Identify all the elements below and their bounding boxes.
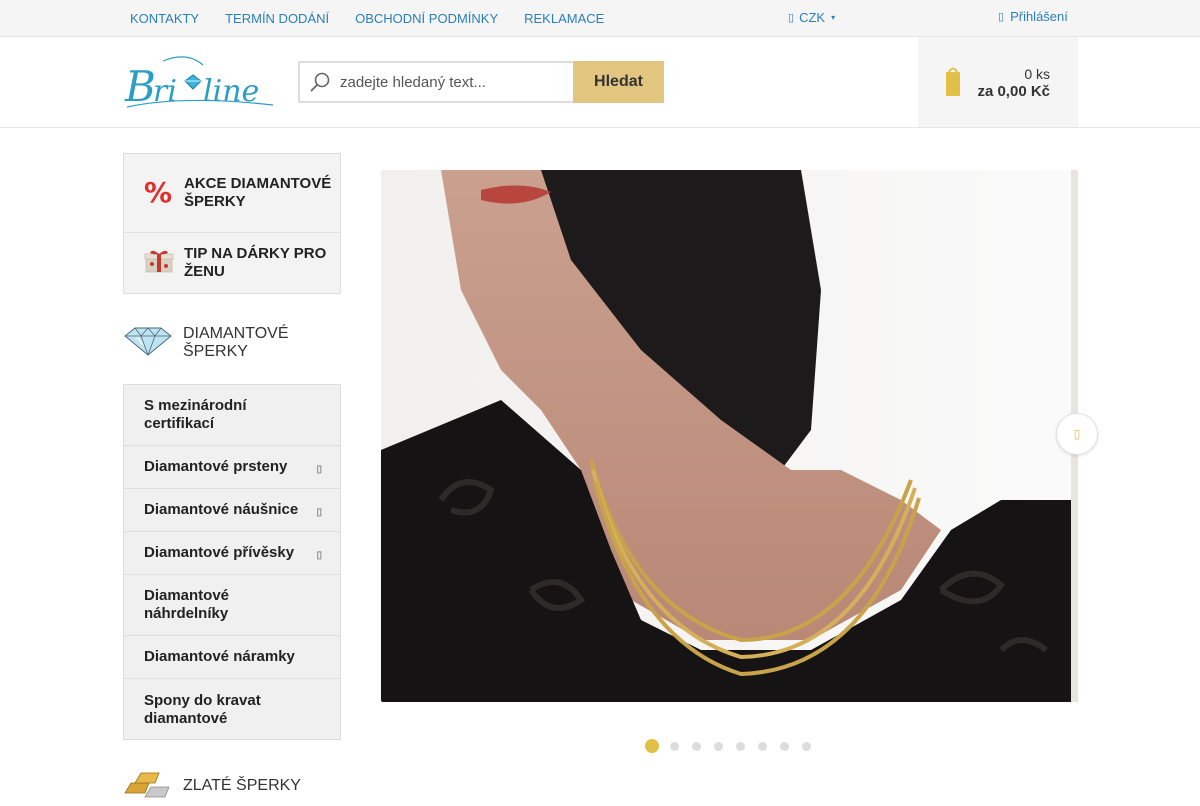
diamond-icon [123, 325, 173, 362]
currency-label: CZK [799, 10, 826, 25]
category-zlate-label: Zlaté šperky [183, 777, 301, 794]
menu-item-label: Diamantové náramky [144, 648, 295, 665]
search-form: Hledat [298, 61, 664, 103]
promo-akce-label: Akce diamantové šperky [184, 175, 332, 210]
menu-item-privesky[interactable]: Diamantové přívěsky ▯ [124, 532, 340, 575]
chevron-down-icon: ▾ [831, 13, 836, 22]
menu-item-nausnice[interactable]: Diamantové náušnice ▯ [124, 489, 340, 532]
category-diamantove-label: Diamantové šperky [183, 325, 289, 360]
slider-dot[interactable] [692, 741, 701, 751]
menu-item-label: Diamantové přívěsky [144, 544, 295, 561]
currency-icon: ▯ [788, 12, 795, 24]
hero-slider[interactable] [381, 170, 1078, 702]
chevron-right-icon: ▯ [1073, 427, 1081, 441]
nav-link-reklamace[interactable]: REKLAMACE [524, 11, 604, 26]
top-bar: KONTAKTY TERMÍN DODÁNÍ OBCHODNÍ PODMÍNKY… [0, 0, 1200, 37]
top-nav: KONTAKTY TERMÍN DODÁNÍ OBCHODNÍ PODMÍNKY… [130, 0, 630, 36]
promo-tip-darky[interactable]: Tip na dárky pro ženu [124, 233, 340, 293]
slider-dot[interactable] [780, 741, 789, 751]
svg-text:B: B [124, 62, 156, 111]
nav-link-termin-dodani[interactable]: TERMÍN DODÁNÍ [225, 11, 329, 26]
slider-dot[interactable] [758, 741, 767, 751]
shopping-bag-icon [944, 64, 962, 105]
search-button[interactable]: Hledat [573, 61, 664, 103]
header: B ri line Hledat 0 k [0, 37, 1200, 128]
search-input[interactable] [340, 73, 565, 91]
slider-dot[interactable] [802, 741, 811, 751]
currency-selector[interactable]: ▯ CZK ▾ [788, 10, 835, 25]
logo[interactable]: B ri line [123, 55, 283, 111]
menu-item-label: Diamantové náhrdelníky [144, 587, 230, 622]
slider-dot[interactable] [645, 739, 659, 753]
menu-item-prsteny[interactable]: Diamantové prsteny ▯ [124, 446, 340, 489]
logo-image: B ri line [124, 56, 274, 111]
cart-widget[interactable]: 0 ks za 0,00 Kč [918, 37, 1078, 127]
nav-link-kontakty[interactable]: KONTAKTY [130, 11, 199, 26]
menu-item-spony[interactable]: Spony do kravat diamantové [124, 679, 340, 740]
promo-tip-label: Tip na dárky pro ženu [184, 245, 327, 280]
svg-text:line: line [203, 74, 259, 109]
slider-dot[interactable] [670, 741, 679, 751]
menu-item-certifikace[interactable]: S mezinárodní certifikací [124, 385, 340, 446]
search-icon [300, 71, 340, 93]
svg-text:ri: ri [153, 74, 177, 109]
promo-box: % Akce diamantové šperky Tip na dárky pr… [123, 153, 341, 294]
menu-item-label: S mezinárodní certifikací [144, 397, 247, 432]
login-link[interactable]: ▯ Přihlášení [998, 9, 1068, 24]
slider-dot[interactable] [714, 741, 723, 751]
menu-item-nahrdelniky[interactable]: Diamantové náhrdelníky [124, 575, 340, 636]
percent-icon: % [144, 176, 174, 211]
category-menu: S mezinárodní certifikací Diamantové prs… [123, 384, 341, 740]
slider-dots [645, 739, 824, 753]
slider-dot[interactable] [736, 741, 745, 751]
cart-count: 0 ks [1024, 66, 1050, 82]
login-label: Přihlášení [1010, 9, 1068, 24]
menu-item-label: Diamantové náušnice [144, 501, 299, 518]
cart-total: za 0,00 Kč [977, 83, 1050, 100]
nav-link-obchodni-podminky[interactable]: OBCHODNÍ PODMÍNKY [355, 11, 498, 26]
menu-item-label: Diamantové prsteny [144, 458, 288, 475]
menu-item-naramky[interactable]: Diamantové náramky [124, 636, 340, 679]
svg-text:%: % [144, 176, 172, 206]
gift-icon [144, 248, 174, 279]
chevron-right-icon: ▯ [316, 550, 322, 561]
chevron-right-icon: ▯ [316, 464, 322, 475]
search-box [298, 61, 573, 103]
slider-next-button[interactable]: ▯ [1056, 413, 1098, 455]
promo-akce[interactable]: % Akce diamantové šperky [124, 154, 340, 233]
user-icon: ▯ [998, 11, 1005, 23]
category-diamantove-sperky[interactable]: Diamantové šperky [123, 318, 341, 368]
chevron-right-icon: ▯ [316, 507, 322, 518]
category-zlate-sperky[interactable]: Zlaté šperky [123, 766, 341, 806]
slide-image [381, 170, 1078, 702]
menu-item-label: Spony do kravat diamantové [144, 691, 261, 727]
